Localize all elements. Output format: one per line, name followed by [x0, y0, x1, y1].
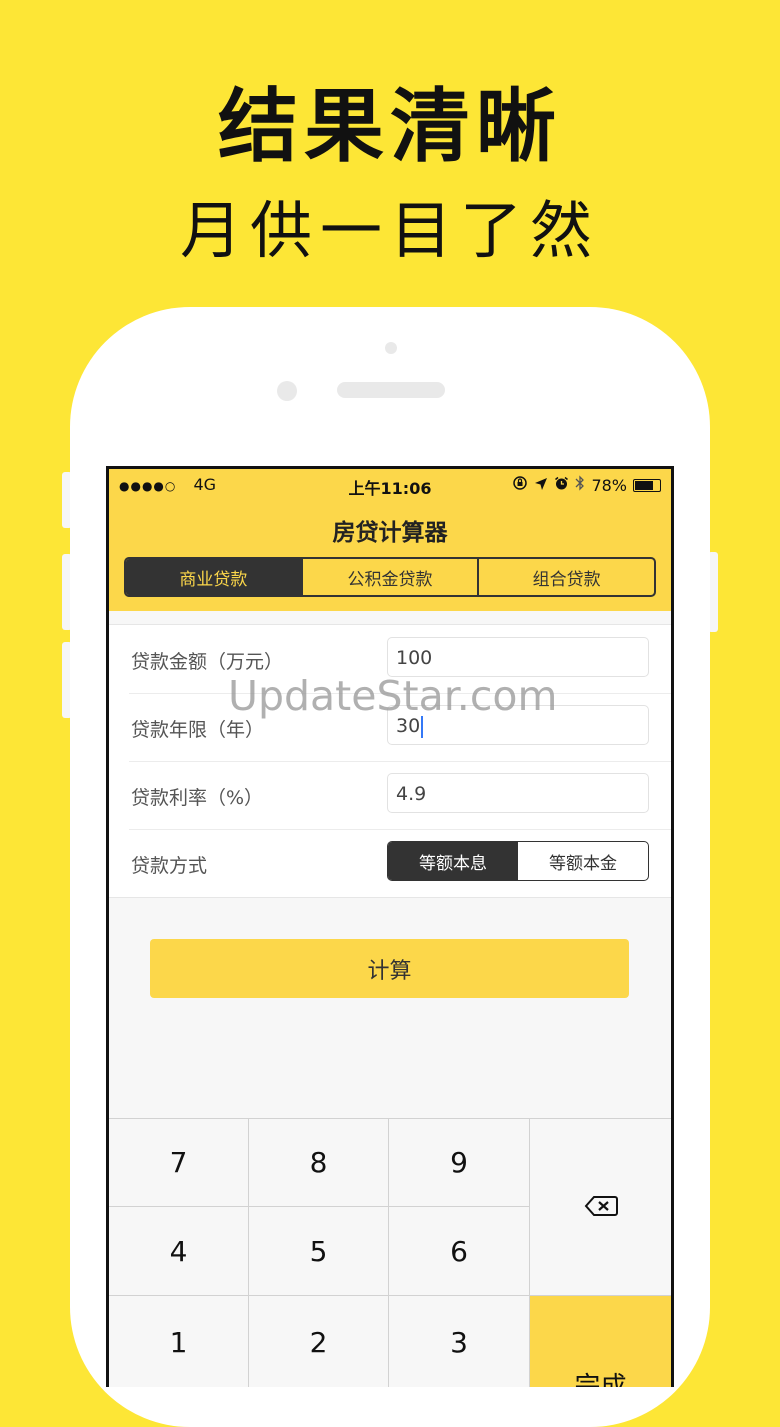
watermark: UpdateStar.com — [228, 672, 558, 720]
proximity-sensor — [385, 342, 397, 354]
app-screen: ●●●●○ 4G 上午11:06 78% 房贷计算器 商业贷款 公积金贷款 组合… — [109, 469, 671, 1387]
loan-form: 贷款金额（万元） 100 贷款年限（年） 30 贷款利率（%） 4.9 贷款方式… — [109, 624, 671, 898]
promo-subline: 月供一目了然 — [179, 194, 600, 267]
phone-screen: ●●●●○ 4G 上午11:06 78% 房贷计算器 商业贷款 公积金贷款 组合… — [106, 466, 674, 1387]
backspace-icon — [584, 1191, 618, 1224]
battery-icon — [633, 478, 661, 492]
tab-commercial-loan[interactable]: 商业贷款 — [126, 559, 303, 595]
key-1[interactable]: 1 — [109, 1296, 248, 1387]
repayment-method-toggle: 等额本息 等额本金 — [387, 841, 649, 881]
done-key[interactable]: 完成 — [530, 1296, 671, 1387]
app-header: ●●●●○ 4G 上午11:06 78% 房贷计算器 商业贷款 公积金贷款 组合… — [109, 469, 671, 611]
key-9[interactable]: 9 — [389, 1119, 529, 1206]
amount-input[interactable]: 100 — [387, 637, 649, 677]
calculate-button[interactable]: 计算 — [150, 939, 629, 998]
backspace-key[interactable] — [530, 1119, 671, 1295]
amount-value: 100 — [396, 647, 433, 669]
rate-value: 4.9 — [396, 783, 427, 805]
method-equal-principal[interactable]: 等额本金 — [518, 842, 648, 880]
front-camera — [277, 381, 297, 401]
rate-input[interactable]: 4.9 — [387, 773, 649, 813]
promo-headline: 结果清晰 — [218, 80, 562, 173]
rate-label: 贷款利率（%） — [131, 787, 264, 809]
key-4[interactable]: 4 — [109, 1207, 248, 1295]
amount-label: 贷款金额（万元） — [131, 651, 284, 673]
location-arrow-icon — [534, 476, 548, 495]
key-2[interactable]: 2 — [249, 1296, 388, 1387]
method-equal-installment[interactable]: 等额本息 — [388, 842, 518, 880]
battery-fill — [635, 480, 653, 490]
alarm-clock-icon — [554, 476, 569, 495]
loan-type-tabs: 商业贷款 公积金贷款 组合贷款 — [124, 557, 656, 597]
tab-provident-fund-loan[interactable]: 公积金贷款 — [303, 559, 480, 595]
bluetooth-icon — [575, 475, 585, 495]
key-3[interactable]: 3 — [389, 1296, 529, 1387]
app-title: 房贷计算器 — [332, 520, 448, 546]
rotation-lock-icon — [512, 475, 528, 495]
status-bar: ●●●●○ 4G 上午11:06 78% — [109, 469, 671, 499]
key-5[interactable]: 5 — [249, 1207, 388, 1295]
status-right: 78% — [512, 475, 661, 495]
battery-percent: 78% — [591, 475, 627, 495]
method-row: 贷款方式 等额本息 等额本金 — [129, 829, 671, 897]
rate-row: 贷款利率（%） 4.9 — [129, 761, 671, 830]
method-label: 贷款方式 — [131, 855, 208, 877]
key-7[interactable]: 7 — [109, 1119, 248, 1206]
tab-combined-loan[interactable]: 组合贷款 — [479, 559, 654, 595]
number-keypad: 7 8 9 4 5 6 1 2 3 完成 — [109, 1118, 671, 1387]
key-8[interactable]: 8 — [249, 1119, 388, 1206]
key-6[interactable]: 6 — [389, 1207, 529, 1295]
earpiece-speaker — [337, 382, 445, 398]
